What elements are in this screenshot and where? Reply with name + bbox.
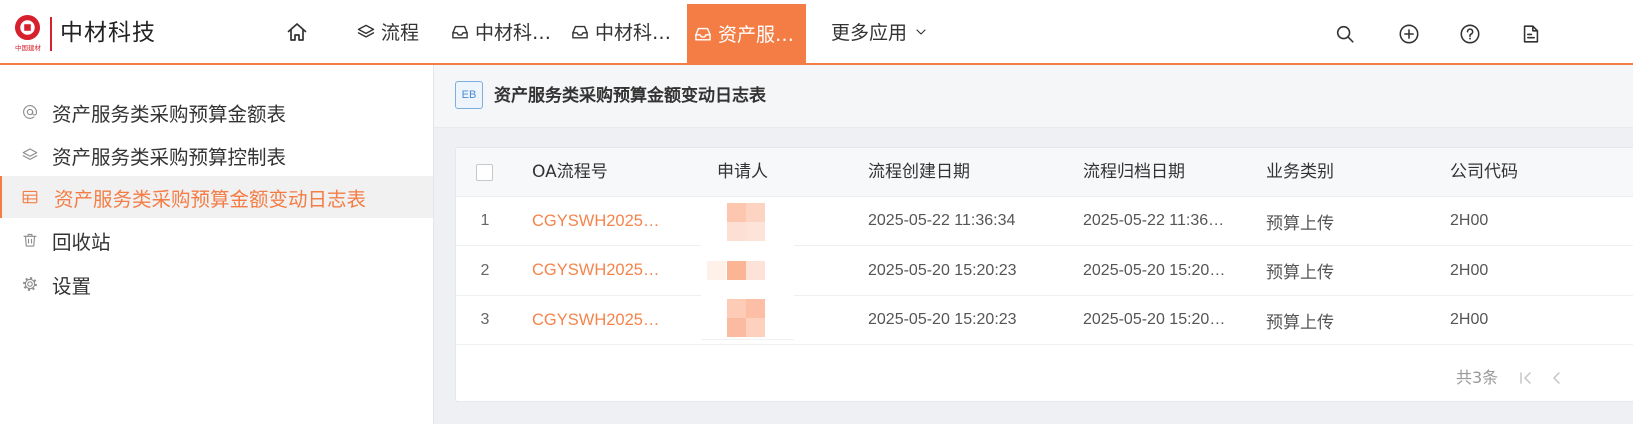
sidebar-item-budget-amount-table[interactable]: 资产服务类采购预算金额表 [0, 91, 433, 133]
brand-divider [50, 17, 52, 51]
company-code: 2H00 [1450, 311, 1489, 328]
table-row[interactable]: 2 CGYSWH2025… 2025-05-20 15:20:23 2025-0… [456, 246, 1633, 296]
sidebar-item-label: 资产服务类采购预算金额变动日志表 [54, 187, 367, 211]
column-header-archived-date[interactable]: 流程归档日期 [1083, 148, 1185, 197]
column-header-oa-number[interactable]: OA流程号 [532, 148, 608, 197]
column-header-business-category[interactable]: 业务类别 [1266, 148, 1334, 197]
company-code: 2H00 [1450, 261, 1489, 279]
created-date: 2025-05-20 15:20:23 [868, 261, 1017, 279]
first-page-button[interactable] [1516, 368, 1536, 388]
inbox-icon [452, 25, 468, 39]
archived-date: 2025-05-22 11:36… [1083, 212, 1225, 229]
table-icon [22, 190, 38, 204]
column-header-applicant[interactable]: 申请人 [717, 148, 768, 197]
create-button[interactable] [1398, 23, 1420, 45]
nav-more-label: 更多应用 [831, 22, 908, 44]
page-header: EB 资产服务类采购预算金额变动日志表 [434, 65, 1633, 128]
gear-icon [23, 277, 37, 291]
prev-page-button[interactable] [1547, 368, 1567, 388]
logo-caption: 中国建材 [15, 44, 41, 52]
nav-more-apps-dropdown[interactable]: 更多应用 [831, 0, 929, 63]
table-header-row: OA流程号 申请人 流程创建日期 流程归档日期 业务类别 公司代码 [456, 148, 1633, 197]
help-circle-icon [1460, 24, 1480, 44]
redaction-pixel [746, 261, 765, 280]
select-all-checkbox[interactable] [476, 164, 493, 181]
archived-date: 2025-05-20 15:20… [1083, 311, 1226, 328]
oa-number-link[interactable]: CGYSWH2025… [532, 197, 659, 245]
search-icon [1336, 25, 1354, 43]
first-page-icon [1520, 372, 1531, 384]
row-index: 2 [480, 261, 490, 279]
sidebar: 资产服务类采购预算金额表 资产服务类采购预算控制表 资产服务类采购预算金额变动日… [0, 65, 434, 424]
sidebar-item-label: 资产服务类采购预算金额表 [52, 102, 287, 126]
nav-item-app-2[interactable]: 中材科… [570, 0, 671, 63]
search-button[interactable] [1334, 23, 1356, 45]
nav-item-asset-service-active[interactable]: 资产服… [687, 4, 806, 63]
business-category: 预算上传 [1266, 213, 1334, 234]
app-badge: EB [455, 81, 483, 109]
pagination-total: 共3条 [1456, 368, 1499, 387]
document-list-button[interactable] [1520, 23, 1542, 45]
sidebar-item-label: 回收站 [52, 230, 111, 254]
cnbm-logo-icon [14, 14, 41, 41]
redaction-pixel [707, 261, 726, 280]
redaction-pixel [746, 318, 765, 337]
main-content: EB 资产服务类采购预算金额变动日志表 OA流程号 申请人 流程创建日期 流程归… [434, 65, 1633, 424]
nav-item-label: 中材科… [595, 22, 672, 44]
document-list-icon [1523, 25, 1539, 43]
nav-item-label: 资产服… [718, 24, 795, 46]
plus-circle-icon [1399, 24, 1419, 44]
oa-number-link[interactable]: CGYSWH2025… [532, 296, 659, 344]
redaction-pixel [727, 222, 746, 241]
chevron-down-icon [916, 28, 926, 35]
nav-item-process[interactable]: 流程 [356, 0, 419, 63]
table-row[interactable]: 3 CGYSWH2025… 2025-05-20 15:20:23 2025-0… [456, 296, 1633, 345]
layers-icon [22, 148, 38, 160]
archived-date: 2025-05-20 15:20… [1083, 261, 1226, 279]
page-title: 资产服务类采购预算金额变动日志表 [494, 86, 766, 106]
business-category: 预算上传 [1266, 312, 1334, 333]
created-date: 2025-05-20 15:20:23 [868, 311, 1017, 328]
redaction-pixel [727, 299, 746, 318]
table-row[interactable]: 1 CGYSWH2025… 2025-05-22 11:36:34 2025-0… [456, 197, 1633, 246]
redaction-pixel [746, 222, 765, 241]
at-sign-icon [23, 105, 37, 119]
sidebar-item-settings[interactable]: 设置 [0, 263, 433, 305]
redaction-pixel [727, 261, 746, 280]
row-index: 3 [480, 311, 490, 328]
column-header-created-date[interactable]: 流程创建日期 [868, 148, 970, 197]
created-date: 2025-05-22 11:36:34 [868, 212, 1016, 229]
nav-item-label: 流程 [381, 22, 420, 44]
sidebar-item-budget-change-log[interactable]: 资产服务类采购预算金额变动日志表 [0, 176, 433, 218]
layers-icon [357, 24, 375, 38]
home-icon [287, 22, 307, 41]
row-index: 1 [480, 212, 490, 229]
company-logo[interactable]: 中国建材 [12, 13, 44, 55]
table-card: OA流程号 申请人 流程创建日期 流程归档日期 业务类别 公司代码 1 CGYS… [455, 147, 1633, 402]
sidebar-item-label: 资产服务类采购预算控制表 [52, 145, 287, 169]
company-code: 2H00 [1450, 212, 1489, 229]
oa-number-link[interactable]: CGYSWH2025… [532, 246, 659, 295]
sidebar-item-recycle-bin[interactable]: 回收站 [0, 219, 433, 261]
nav-item-app-1[interactable]: 中材科… [450, 0, 551, 63]
top-navigation-bar: 中国建材 中材科技 流程 中材科… 中材科… 资产服… 更多应用 [0, 0, 1633, 65]
sidebar-item-budget-control-table[interactable]: 资产服务类采购预算控制表 [0, 134, 433, 176]
redaction-pixel [746, 299, 765, 318]
applicant-redacted-area [701, 197, 794, 340]
nav-item-label: 中材科… [475, 22, 552, 44]
redaction-pixel [727, 318, 746, 337]
sidebar-item-label: 设置 [52, 274, 92, 298]
inbox-icon [572, 25, 588, 39]
trash-icon [23, 233, 37, 247]
help-button[interactable] [1459, 23, 1481, 45]
inbox-icon [695, 27, 711, 41]
nav-home-button[interactable] [284, 0, 310, 63]
column-header-company-code[interactable]: 公司代码 [1450, 148, 1518, 197]
prev-page-icon [1553, 372, 1560, 384]
business-category: 预算上传 [1266, 263, 1334, 283]
redaction-pixel [746, 203, 765, 222]
redaction-pixel [727, 203, 746, 222]
brand-name: 中材科技 [60, 20, 156, 46]
